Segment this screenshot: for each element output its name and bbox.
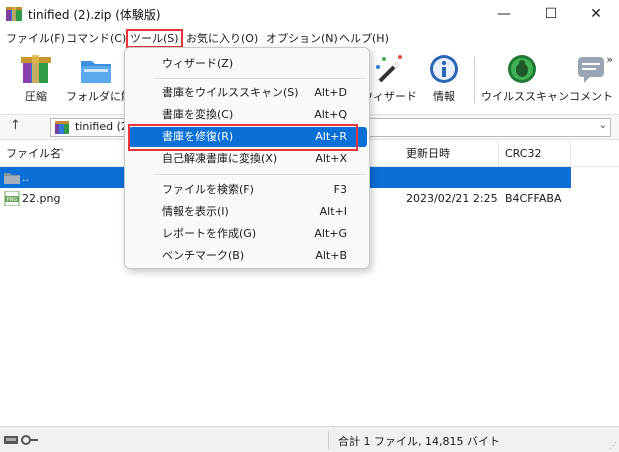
menu-item-shortcut: Alt+I <box>319 205 347 218</box>
menu-item-show-info[interactable]: 情報を表示(I) Alt+I <box>129 202 367 222</box>
file-name: 22.png <box>22 192 61 205</box>
folder-up-icon <box>4 173 20 184</box>
repair-highlight-frame <box>128 124 358 151</box>
wizard-button[interactable]: ウィザード <box>362 53 417 109</box>
toolbar-separator <box>474 57 475 103</box>
window-title: tinified (2).zip (体験版) <box>28 8 161 22</box>
menu-item-virus-scan[interactable]: 書庫をウイルススキャン(S) Alt+D <box>129 83 367 103</box>
info-icon <box>430 55 458 83</box>
close-button[interactable]: ✕ <box>573 0 619 28</box>
virus-scan-label: ウイルススキャン <box>481 90 569 103</box>
menu-tools[interactable]: ツール(S) <box>126 29 183 48</box>
menu-item-shortcut: Alt+X <box>315 152 347 165</box>
menu-favorites[interactable]: お気に入り(O) <box>183 30 261 47</box>
menu-item-find-files[interactable]: ファイルを検索(F) F3 <box>129 180 367 200</box>
toolbar-overflow-icon[interactable]: » <box>606 53 613 66</box>
menu-item-label: ファイルを検索(F) <box>162 183 254 196</box>
menu-item-shortcut: Alt+B <box>315 249 347 262</box>
menu-item-shortcut: Alt+D <box>314 86 347 99</box>
comment-label: コメント <box>569 90 613 103</box>
menu-item-shortcut: Alt+Q <box>314 108 347 121</box>
column-header-modified[interactable]: 更新日時 <box>400 141 499 167</box>
menu-bar: ファイル(F) コマンド(C) ツール(S) お気に入り(O) オプション(N)… <box>0 28 619 48</box>
wizard-icon <box>376 55 402 83</box>
compress-icon <box>21 55 51 83</box>
png-file-icon: PNG <box>4 191 20 206</box>
menu-separator <box>155 174 365 175</box>
menu-item-label: 書庫をウイルススキャン(S) <box>162 86 299 99</box>
menu-separator <box>155 78 365 79</box>
column-header-name-label: ファイル名 <box>6 147 61 160</box>
drive-key-icon <box>4 435 38 445</box>
menu-item-report[interactable]: レポートを作成(G) Alt+G <box>129 224 367 244</box>
extract-folder-label: フォルダに解 <box>66 90 132 103</box>
file-crc: B4CFFABA <box>505 192 562 205</box>
menu-command[interactable]: コマンド(C) <box>63 30 129 47</box>
up-arrow-icon[interactable]: ↑ <box>10 118 21 133</box>
status-separator <box>328 431 329 449</box>
column-header-modified-label: 更新日時 <box>406 147 450 160</box>
info-label: 情報 <box>433 90 455 103</box>
status-text: 合計 1 ファイル, 14,815 バイト <box>338 435 500 448</box>
compress-button[interactable]: 圧縮 <box>8 53 64 109</box>
virus-scan-icon <box>508 55 536 83</box>
maximize-button[interactable]: ☐ <box>528 0 574 28</box>
menu-item-shortcut: Alt+G <box>314 227 347 240</box>
column-header-crc[interactable]: CRC32 <box>499 141 571 167</box>
winrar-app-icon <box>6 7 22 21</box>
compress-label: 圧縮 <box>25 90 47 103</box>
resize-grip-icon[interactable]: ⋰ <box>609 441 617 450</box>
column-header-crc-label: CRC32 <box>505 147 542 160</box>
info-button[interactable]: 情報 <box>421 53 467 109</box>
menu-item-wizard[interactable]: ウィザード(Z) <box>129 54 367 74</box>
extract-folder-icon <box>81 61 111 83</box>
menu-options[interactable]: オプション(N) <box>263 30 341 47</box>
minimize-button[interactable]: — <box>481 0 527 28</box>
menu-item-label: 自己解凍書庫に変換(X) <box>162 152 278 165</box>
menu-item-convert-sfx[interactable]: 自己解凍書庫に変換(X) Alt+X <box>129 149 367 169</box>
menu-item-benchmark[interactable]: ベンチマーク(B) Alt+B <box>129 246 367 266</box>
menu-item-label: レポートを作成(G) <box>162 227 257 240</box>
menu-item-shortcut: F3 <box>333 183 347 196</box>
extract-to-folder-button[interactable]: フォルダに解 <box>66 53 132 109</box>
path-dropdown-icon[interactable]: ⌄ <box>599 120 607 131</box>
path-text: tinified (2 <box>75 120 128 133</box>
sort-ascending-icon: ^ <box>57 148 65 158</box>
column-header-name[interactable]: ファイル名 ^ <box>0 141 120 167</box>
title-bar: tinified (2).zip (体験版) — ☐ ✕ <box>0 0 619 28</box>
wizard-label: ウィザード <box>362 90 417 103</box>
archive-icon <box>55 121 69 134</box>
menu-item-convert[interactable]: 書庫を変換(C) Alt+Q <box>129 105 367 125</box>
menu-item-label: 書庫を変換(C) <box>162 108 234 121</box>
file-modified: 2023/02/21 2:25 <box>406 192 498 205</box>
status-bar: 合計 1 ファイル, 14,815 バイト ⋰ <box>0 426 619 452</box>
menu-item-label: ウィザード(Z) <box>162 57 234 70</box>
menu-help[interactable]: ヘルプ(H) <box>336 30 392 47</box>
menu-item-label: ベンチマーク(B) <box>162 249 245 262</box>
svg-text:PNG: PNG <box>7 197 18 203</box>
comment-icon <box>578 57 604 83</box>
tools-menu: ウィザード(Z) 書庫をウイルススキャン(S) Alt+D 書庫を変換(C) A… <box>124 47 370 269</box>
menu-item-label: 情報を表示(I) <box>162 205 229 218</box>
file-name: .. <box>22 171 29 184</box>
menu-file[interactable]: ファイル(F) <box>3 30 68 47</box>
virus-scan-button[interactable]: ウイルススキャン <box>481 53 569 109</box>
